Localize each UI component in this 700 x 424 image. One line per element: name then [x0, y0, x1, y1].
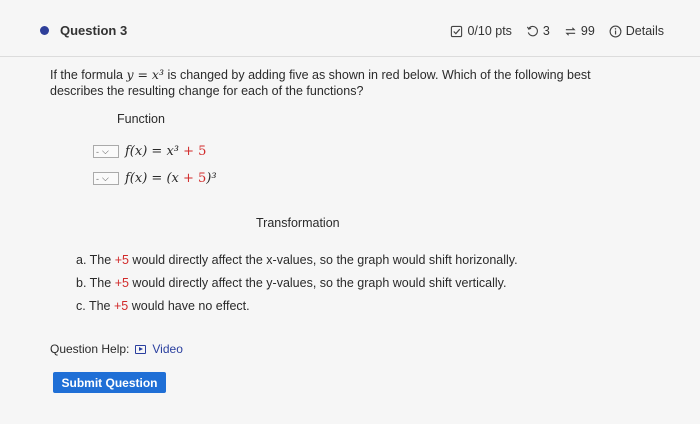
function-label: Function	[117, 112, 165, 126]
options-list: a. The +5 would directly affect the x-va…	[76, 249, 518, 318]
points-text: 0/10 pts	[467, 24, 512, 38]
details-link[interactable]: Details	[626, 24, 664, 38]
question-meta: 0/10 pts 3 99 Details	[450, 24, 664, 38]
video-icon[interactable]	[135, 344, 147, 354]
info-icon[interactable]	[609, 25, 622, 38]
function-2-select[interactable]: - ⌵	[93, 172, 119, 185]
option-c: c. The +5 would have no effect.	[76, 299, 250, 313]
video-link[interactable]: Video	[152, 342, 182, 356]
transformation-label: Transformation	[256, 216, 340, 230]
attempts-count: 3	[542, 24, 550, 38]
function-row-2: - ⌵ f(x) = (x + 5)³	[93, 171, 217, 186]
function-row-1: - ⌵ f(x) = x³ + 5	[93, 144, 206, 159]
chevron-down-icon: ⌵	[102, 146, 109, 156]
chevron-down-icon: ⌵	[102, 173, 109, 183]
header-divider	[0, 56, 700, 57]
option-a: a. The +5 would directly affect the x-va…	[76, 253, 518, 267]
question-help: Question Help: Video	[50, 342, 183, 356]
option-b: b. The +5 would directly affect the y-va…	[76, 276, 507, 290]
question-title: Question 3	[60, 23, 128, 38]
question-text: If the formula y = x³ is changed by addi…	[50, 67, 591, 98]
submissions-count: 99	[580, 24, 595, 38]
submit-question-button[interactable]: Submit Question	[53, 372, 166, 393]
function-1-expression: f(x) = x³ + 5	[125, 144, 207, 159]
retry-icon	[526, 25, 538, 36]
function-1-select[interactable]: - ⌵	[93, 145, 119, 158]
question-card: Question 3 0/10 pts 3 99 Details If the …	[0, 0, 700, 424]
submissions-icon	[565, 26, 576, 36]
question-help-label: Question Help:	[50, 342, 130, 356]
question-bullet-icon	[40, 26, 49, 35]
score-check-icon	[451, 25, 463, 37]
function-2-expression: f(x) = (x + 5)³	[125, 171, 217, 186]
question-formula: y = x³	[126, 67, 164, 82]
